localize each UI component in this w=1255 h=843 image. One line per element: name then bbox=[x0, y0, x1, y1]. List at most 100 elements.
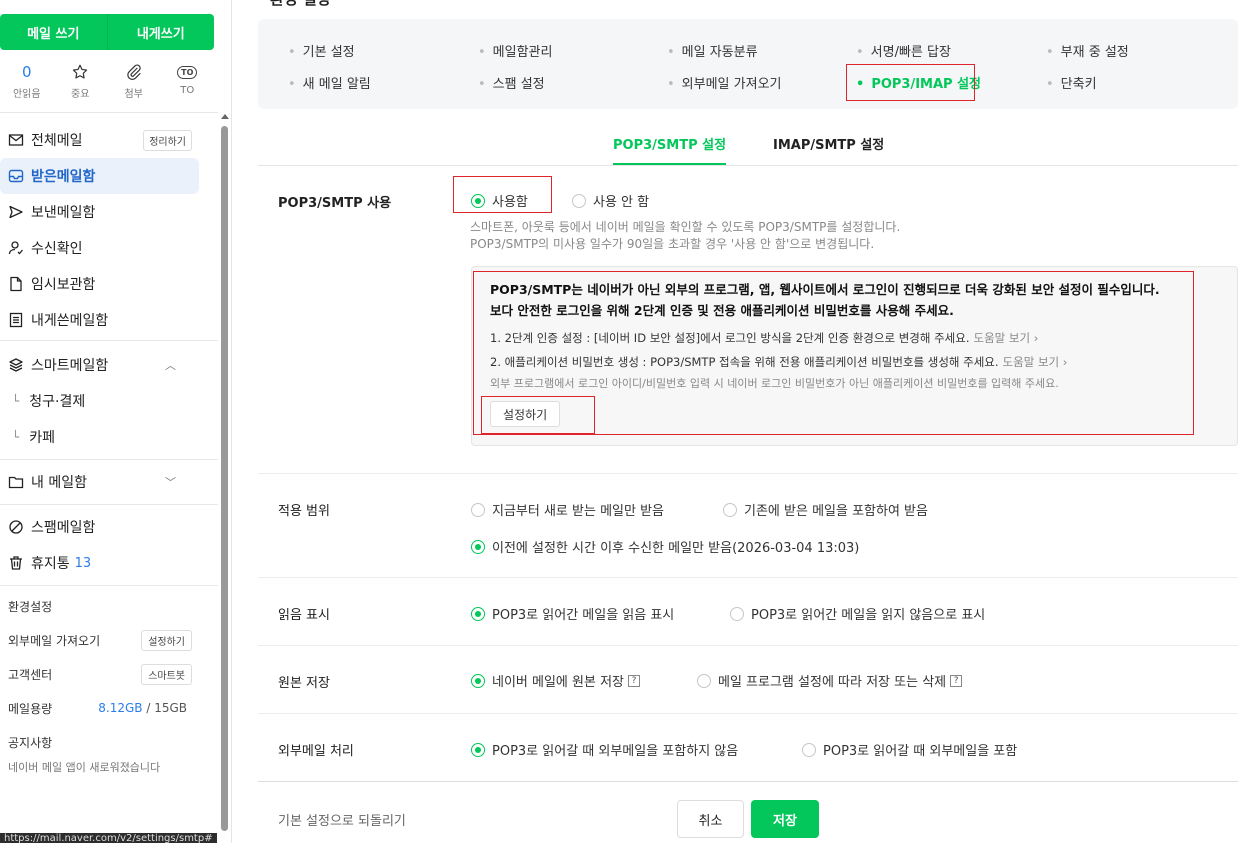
pop3-use-off-radio[interactable]: 사용 안 함 bbox=[572, 191, 649, 210]
scroll-up-arrow-icon[interactable] bbox=[221, 114, 229, 119]
status-url: https://mail.naver.com/v2/settings/smtp# bbox=[0, 833, 217, 843]
menu-basic[interactable]: 기본 설정 bbox=[288, 41, 355, 60]
compose-button[interactable]: 메일 쓰기 bbox=[0, 14, 108, 50]
tab-pop3-smtp[interactable]: POP3/SMTP 설정 bbox=[613, 134, 727, 165]
menu-auto-sort[interactable]: 메일 자동분류 bbox=[667, 41, 758, 60]
radio-checked bbox=[471, 606, 485, 621]
help-icon[interactable]: ? bbox=[950, 674, 963, 687]
scope-include-existing-label: 기존에 받은 메일을 포함하여 받음 bbox=[744, 504, 928, 519]
important-filter[interactable]: 중요 bbox=[54, 62, 108, 100]
spam-trash-nav: 스팸메일함 휴지통 13 bbox=[0, 509, 218, 581]
scope-include-existing-radio[interactable]: 기존에 받은 메일을 포함하여 받음 bbox=[723, 500, 928, 519]
attachment-filter[interactable]: 첨부 bbox=[107, 62, 161, 100]
unread-filter[interactable]: 0 안읽음 bbox=[0, 62, 54, 100]
nav-cafe[interactable]: └ 카페 bbox=[0, 419, 218, 455]
support-label: 고객센터 bbox=[8, 667, 53, 682]
menu-spam[interactable]: 스팸 설정 bbox=[478, 73, 545, 92]
organize-button[interactable]: 정리하기 bbox=[143, 129, 192, 151]
scrollbar-thumb[interactable] bbox=[221, 126, 228, 831]
read-mark-read-label: POP3로 읽어간 메일을 읽음 표시 bbox=[492, 608, 675, 623]
radio-unchecked bbox=[723, 502, 737, 517]
nav-inbox[interactable]: 받은메일함 bbox=[0, 158, 199, 194]
read-mark-read-radio[interactable]: POP3로 읽어간 메일을 읽음 표시 bbox=[471, 604, 674, 623]
external-mail-link[interactable]: 외부메일 가져오기 설정하기 bbox=[0, 623, 218, 657]
scope-since-time-radio[interactable]: 이전에 설정한 시간 이후 수신한 메일만 받음(2026-03-04 13:0… bbox=[471, 537, 859, 556]
external-exclude-radio[interactable]: POP3로 읽어갈 때 외부메일을 포함하지 않음 bbox=[471, 740, 738, 759]
nav-inbox-label: 받은메일함 bbox=[31, 169, 96, 185]
nav-read-receipt-label: 수신확인 bbox=[31, 241, 83, 257]
external-include-radio[interactable]: POP3로 읽어갈 때 외부메일을 포함 bbox=[802, 740, 1017, 759]
nav-all-mail[interactable]: 전체메일 정리하기 bbox=[0, 122, 218, 158]
nav-spam[interactable]: 스팸메일함 bbox=[0, 509, 218, 545]
support-link[interactable]: 고객센터 스마트봇 bbox=[0, 657, 218, 691]
notice-link[interactable]: 공지사항 bbox=[0, 725, 218, 759]
self-compose-button[interactable]: 내게쓰기 bbox=[107, 14, 214, 50]
radio-checked bbox=[471, 742, 485, 757]
nav-drafts[interactable]: 임시보관함 bbox=[0, 266, 218, 302]
protocol-tabs: POP3/SMTP 설정 IMAP/SMTP 설정 bbox=[258, 124, 1238, 166]
help-icon[interactable]: ? bbox=[628, 674, 640, 687]
divider bbox=[0, 459, 218, 460]
menu-absence[interactable]: 부재 중 설정 bbox=[1046, 41, 1129, 60]
menu-shortcuts[interactable]: 단축키 bbox=[1046, 73, 1097, 92]
storage-value: 8.12GB / 15GB bbox=[98, 701, 187, 715]
save-button[interactable]: 저장 bbox=[751, 800, 819, 838]
external-exclude-label: POP3로 읽어갈 때 외부메일을 포함하지 않음 bbox=[492, 744, 739, 759]
page-title: 환경 설정 bbox=[270, 0, 330, 9]
divider bbox=[258, 645, 1238, 646]
reset-defaults-link[interactable]: 기본 설정으로 되돌리기 bbox=[278, 810, 406, 829]
scope-new-only-radio[interactable]: 지금부터 새로 받는 메일만 받음 bbox=[471, 500, 664, 519]
divider bbox=[258, 713, 1238, 714]
nav-my-mailbox[interactable]: 내 메일함 ﹀ bbox=[0, 464, 218, 500]
nav-drafts-label: 임시보관함 bbox=[31, 277, 96, 293]
nav-read-receipt[interactable]: 수신확인 bbox=[0, 230, 218, 266]
divider bbox=[0, 585, 218, 586]
nav-sent[interactable]: 보낸메일함 bbox=[0, 194, 218, 230]
compose-group: 메일 쓰기 내게쓰기 bbox=[0, 14, 214, 50]
smartbot-button[interactable]: 스마트봇 bbox=[141, 663, 192, 685]
radio-checked bbox=[471, 673, 485, 688]
external-setup-button[interactable]: 설정하기 bbox=[141, 629, 192, 651]
smart-nav: 스마트메일함 ︿ └ 청구·결제 └ 카페 bbox=[0, 347, 218, 455]
divider bbox=[0, 504, 218, 505]
storage-usage: 메일용량 8.12GB / 15GB bbox=[0, 691, 218, 725]
notice-text[interactable]: 네이버 메일 앱이 새로워졌습니다 bbox=[0, 759, 218, 775]
nav-billing[interactable]: └ 청구·결제 bbox=[0, 383, 218, 419]
to-filter[interactable]: TO TO bbox=[161, 62, 215, 100]
menu-external-mail[interactable]: 외부메일 가져오기 bbox=[667, 73, 782, 92]
settings-label: 환경설정 bbox=[8, 599, 53, 614]
menu-new-mail-alert[interactable]: 새 메일 알림 bbox=[288, 73, 371, 92]
settings-link[interactable]: 환경설정 bbox=[0, 589, 218, 623]
nav-cafe-label: 카페 bbox=[29, 430, 55, 446]
sidebar-scrollbar[interactable] bbox=[219, 114, 230, 843]
nav-trash[interactable]: 휴지통 13 bbox=[0, 545, 218, 581]
inbox-icon bbox=[8, 168, 24, 184]
to-label: TO bbox=[180, 85, 195, 96]
divider bbox=[258, 781, 1238, 782]
trash-count: 13 bbox=[74, 555, 92, 571]
chevron-down-icon[interactable]: ﹀ bbox=[165, 474, 176, 490]
read-mark-unread-radio[interactable]: POP3로 읽어간 메일을 읽지 않음으로 표시 bbox=[730, 604, 985, 623]
original-save-naver-radio[interactable]: 네이버 메일에 원본 저장? bbox=[471, 671, 640, 690]
radio-unchecked bbox=[471, 502, 485, 517]
radio-unchecked bbox=[802, 742, 816, 757]
notice-label: 공지사항 bbox=[8, 735, 53, 750]
chevron-up-icon[interactable]: ︿ bbox=[165, 357, 176, 373]
attachment-label: 첨부 bbox=[124, 89, 143, 100]
divider bbox=[0, 340, 218, 341]
nav-self-mail[interactable]: 내게쓴메일함 bbox=[0, 302, 218, 338]
block-icon bbox=[8, 519, 24, 535]
menu-mailbox-manage[interactable]: 메일함관리 bbox=[478, 41, 553, 60]
read-mark-unread-label: POP3로 읽어간 메일을 읽지 않음으로 표시 bbox=[751, 608, 986, 623]
nav-smart-mailbox[interactable]: 스마트메일함 ︿ bbox=[0, 347, 218, 383]
cancel-button[interactable]: 취소 bbox=[677, 800, 744, 838]
highlight-box bbox=[453, 176, 552, 213]
document-icon bbox=[8, 276, 24, 292]
my-mailbox-nav: 내 메일함 ﹀ bbox=[0, 464, 218, 500]
menu-signature[interactable]: 서명/빠른 답장 bbox=[856, 41, 951, 60]
tab-imap-smtp[interactable]: IMAP/SMTP 설정 bbox=[773, 134, 884, 163]
read-mark-label: 읽음 표시 bbox=[278, 608, 330, 623]
sidebar-footer: 환경설정 외부메일 가져오기 설정하기 고객센터 스마트봇 메일용량 8.12G… bbox=[0, 589, 218, 775]
trash-icon bbox=[8, 555, 24, 571]
original-save-program-radio[interactable]: 메일 프로그램 설정에 따라 저장 또는 삭제? bbox=[697, 671, 963, 690]
